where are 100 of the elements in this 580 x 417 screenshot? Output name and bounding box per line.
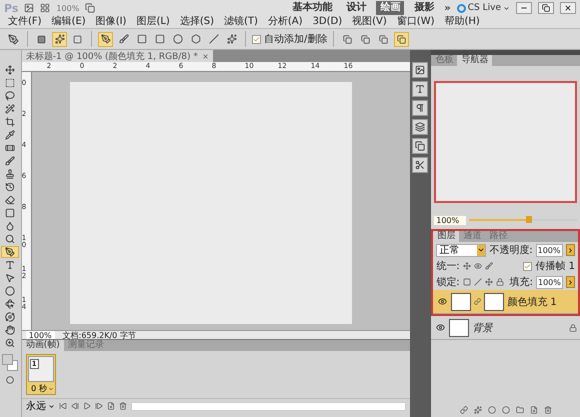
cs-live-button[interactable]: CS Live [456, 3, 510, 13]
new-layer-icon[interactable] [530, 406, 538, 414]
propagate-checkbox[interactable]: 传播帧 1 [523, 259, 575, 273]
menu-item[interactable]: 视图(V) [352, 16, 387, 28]
bandage-icon [5, 143, 16, 153]
caret-icon [48, 402, 55, 410]
app-logo: Ps [4, 2, 18, 14]
next-frame-icon[interactable] [94, 402, 103, 410]
line-icon [208, 34, 218, 44]
restore-icon [542, 4, 550, 12]
panel-button[interactable] [412, 157, 428, 173]
zoom-field[interactable]: 100% [26, 330, 55, 340]
tool-button[interactable] [1, 246, 20, 258]
unify-visibility-icon[interactable] [474, 262, 482, 270]
layer-row[interactable]: 背景 [431, 316, 580, 340]
menu-item[interactable]: 分析(A) [268, 16, 303, 28]
move-icon [5, 65, 16, 75]
menu-item[interactable]: 图像(I) [96, 16, 126, 28]
more-workspaces[interactable]: » [444, 2, 451, 14]
panel-button[interactable] [412, 119, 428, 135]
panel-button[interactable] [412, 81, 428, 97]
fill-label: 填充: [510, 276, 533, 289]
panel-button[interactable] [412, 100, 428, 116]
copy-icon [415, 141, 426, 151]
lock-icon[interactable] [496, 278, 504, 286]
auto-add-delete-checkbox[interactable]: 自动添加/删除 [252, 32, 328, 46]
link-icon[interactable] [460, 406, 468, 414]
lock-icon [569, 324, 577, 332]
eyedropper-icon [5, 130, 16, 140]
layer-row[interactable]: 颜色填充 1 [433, 290, 578, 314]
scrollbar[interactable] [130, 402, 406, 410]
ellipse-icon [5, 286, 16, 296]
trash-icon[interactable] [544, 406, 552, 414]
workspace-button[interactable]: 摄影 [410, 1, 438, 15]
lasso-icon [5, 91, 16, 101]
blend-mode-dropdown[interactable]: 正常 [436, 244, 486, 256]
folder-icon[interactable] [516, 406, 524, 414]
opacity-label: 不透明度: [489, 244, 533, 257]
paths-mode-button[interactable] [52, 32, 67, 46]
tool-preset-button[interactable] [6, 32, 21, 46]
crop-icon [5, 117, 16, 127]
frame-delay[interactable]: 0 秒 [26, 383, 55, 394]
opacity-arrow-button[interactable] [566, 244, 575, 256]
pen-button[interactable] [98, 32, 113, 46]
restore-button[interactable] [538, 2, 554, 14]
rotate-icon [5, 299, 16, 309]
menu-item[interactable]: 窗口(W) [396, 16, 434, 28]
play-icon[interactable] [82, 402, 91, 410]
menu-item[interactable]: 文件(F) [8, 16, 42, 28]
unify-position-icon[interactable] [462, 262, 471, 270]
eye-icon[interactable] [434, 323, 446, 332]
loop-dropdown[interactable]: 永远 [26, 399, 55, 413]
workspace-button[interactable]: 绘画 [376, 1, 404, 15]
navigator-zoom-field[interactable]: 100% [434, 216, 466, 224]
minimize-button[interactable] [516, 2, 532, 14]
move-lock-icon[interactable] [484, 278, 493, 286]
panel-tab[interactable]: 导航器 [457, 55, 492, 66]
droplet-icon [5, 221, 16, 231]
menu-item[interactable]: 编辑(E) [52, 16, 86, 28]
panel-button[interactable] [412, 138, 428, 154]
path-points-icon [54, 34, 64, 44]
grid-icon[interactable] [40, 3, 50, 13]
path-operation-button[interactable] [394, 32, 410, 46]
menu-item[interactable]: 滤镜(T) [224, 16, 258, 28]
previous-frame-icon[interactable] [70, 402, 79, 410]
square-icon [73, 34, 82, 44]
first-frame-icon[interactable] [58, 402, 67, 410]
menu-item[interactable]: 图层(L) [136, 16, 170, 28]
slider-thumb[interactable] [526, 216, 532, 223]
panel-tab[interactable]: 图层 [433, 231, 460, 242]
chain-icon[interactable] [474, 298, 482, 305]
zoom-level[interactable]: 100% [56, 4, 80, 12]
overlap-squares-icon [379, 34, 388, 44]
eye-icon[interactable] [436, 297, 448, 306]
zoom-icon [5, 338, 16, 348]
menu-item[interactable]: 选择(S) [180, 16, 214, 28]
close-icon[interactable] [202, 52, 209, 60]
trash-icon[interactable] [118, 402, 127, 410]
image-icon [415, 65, 426, 75]
layer-thumbnail [449, 318, 470, 336]
overlap-squares-icon [343, 34, 352, 44]
document-tab[interactable]: 未标题-1 @ 100% (颜色填充 1, RGB/8) * [22, 50, 213, 62]
clock-arrow-icon [5, 182, 16, 192]
workspace-button[interactable]: 基本功能 [288, 1, 336, 15]
opacity-field[interactable]: 100% [536, 244, 563, 256]
square-icon [5, 208, 16, 218]
panel-tab[interactable]: 动画(帧) [22, 340, 64, 351]
menu-item[interactable]: 3D(D) [312, 16, 342, 28]
rectangle-icon [136, 34, 146, 44]
paragraph-icon [415, 103, 426, 113]
panel-button[interactable] [412, 62, 428, 78]
close-button[interactable] [560, 2, 576, 14]
unify-style-icon[interactable] [484, 262, 493, 270]
layer-name: 颜色填充 1 [507, 296, 558, 308]
new-frame-icon[interactable] [106, 402, 115, 410]
fill-field[interactable]: 100% [536, 276, 563, 288]
menu-item[interactable]: 帮助(H) [444, 16, 480, 28]
workspace-button[interactable]: 设计 [342, 1, 370, 15]
color-swatches[interactable] [1, 353, 20, 373]
fill-arrow-button[interactable] [566, 276, 575, 288]
